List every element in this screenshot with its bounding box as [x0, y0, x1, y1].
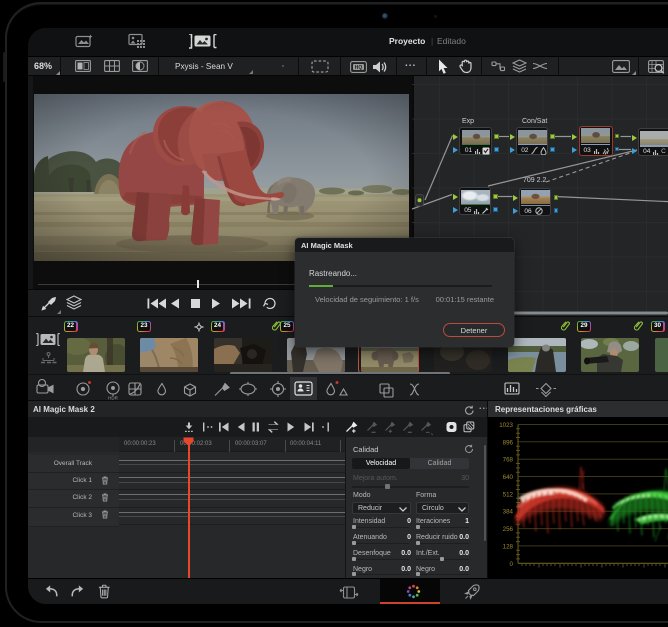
svg-text:1023: 1023: [499, 422, 513, 429]
svg-text:384: 384: [503, 509, 514, 516]
svg-text:896: 896: [503, 439, 514, 446]
svg-text:128: 128: [503, 543, 514, 550]
svg-text:256: 256: [503, 526, 514, 533]
svg-text:0: 0: [510, 561, 514, 568]
svg-text:768: 768: [503, 457, 514, 464]
svg-text:640: 640: [503, 474, 514, 481]
svg-text:HQ: HQ: [355, 65, 363, 71]
svg-text:512: 512: [503, 491, 514, 498]
